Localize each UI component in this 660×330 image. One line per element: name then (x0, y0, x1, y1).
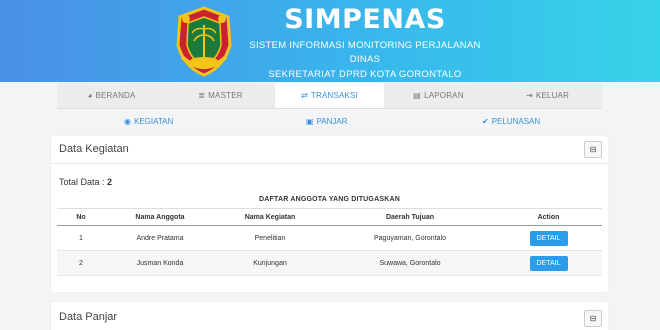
collapse-button[interactable]: ⊟ (584, 141, 602, 158)
nav-beranda[interactable]: ◕ BERANDA (57, 83, 166, 108)
collapse-button[interactable]: ⊟ (584, 310, 602, 327)
app-title: SIMPENAS (284, 4, 446, 35)
nav-label: TRANSAKSI (310, 91, 359, 100)
table-caption: DAFTAR ANGGOTA YANG DITUGASKAN (259, 196, 400, 203)
col-no: No (57, 208, 105, 226)
main-nav: ◕ BERANDA ≣ MASTER ⇄ TRANSAKSI ▤ LAPORAN… (57, 83, 602, 109)
minus-box-icon: ⊟ (589, 314, 597, 323)
file-icon: ▤ (413, 91, 422, 100)
cell-daerah-tujuan: Suwawa, Gorontalo (325, 250, 495, 276)
app-subtitle-line1: SISTEM INFORMASI MONITORING PERJALANAN D… (249, 40, 481, 65)
cell-daerah-tujuan: Paguyaman, Gorontalo (325, 225, 495, 251)
cell-nama-anggota: Andre Pratama (105, 225, 215, 251)
detail-button[interactable]: DETAIL (529, 230, 568, 246)
nav-label: MASTER (208, 91, 243, 100)
card-title: Data Kegiatan (59, 143, 129, 155)
nav-keluar[interactable]: ⇥ KELUAR (493, 83, 602, 108)
card-header: Data Panjar ⊟ (51, 302, 608, 330)
subnav-label: KEGIATAN (133, 117, 174, 126)
col-daerah-tujuan: Daerah Tujuan (325, 208, 495, 226)
subnav-panjar[interactable]: ▣ PANJAR (306, 117, 348, 126)
cell-no: 1 (57, 225, 105, 251)
subnav-kegiatan[interactable]: ◉ KEGIATAN (124, 117, 173, 126)
nav-laporan[interactable]: ▤ LAPORAN (384, 83, 493, 108)
total-label: Total Data : (59, 177, 105, 187)
cell-nama-kegiatan: Penelitian (215, 225, 325, 251)
cell-nama-anggota: Jusman Konda (105, 250, 215, 276)
money-icon: ▣ (306, 117, 314, 126)
exchange-icon: ⇄ (300, 91, 308, 100)
kegiatan-card: Data Kegiatan ⊟ Total Data : 2 DAFTAR AN… (51, 136, 608, 292)
cell-action: DETAIL (495, 250, 602, 276)
app-subtitle-line2: SEKRETARIAT DPRD KOTA GORONTALO (268, 69, 462, 80)
minus-box-icon: ⊟ (589, 145, 597, 154)
panjar-card: Data Panjar ⊟ (51, 302, 608, 330)
subnav-label: PELUNASAN (491, 117, 541, 126)
nav-transaksi[interactable]: ⇄ TRANSAKSI (275, 83, 384, 108)
logout-icon: ⇥ (525, 91, 533, 100)
cell-no: 2 (57, 250, 105, 276)
col-nama-anggota: Nama Anggota (105, 208, 215, 226)
total-data: Total Data : 2 (59, 177, 112, 187)
nav-label: BERANDA (95, 91, 136, 100)
card-title: Data Panjar (59, 311, 118, 323)
sub-nav: ◉ KEGIATAN ▣ PANJAR ✔ PELUNASAN (0, 110, 660, 134)
dashboard-icon: ◕ (87, 91, 93, 100)
cell-nama-kegiatan: Kunjungan (215, 250, 325, 276)
total-value: 2 (107, 177, 113, 187)
table-row: 2 Jusman Konda Kunjungan Suwawa, Goronta… (57, 250, 602, 276)
table-row: 1 Andre Pratama Penelitian Paguyaman, Go… (57, 225, 602, 251)
nav-label: KELUAR (535, 91, 570, 100)
detail-button[interactable]: DETAIL (529, 255, 568, 271)
table-header-row: No Nama Anggota Nama Kegiatan Daerah Tuj… (57, 208, 602, 226)
col-nama-kegiatan: Nama Kegiatan (215, 208, 325, 226)
database-icon: ≣ (198, 91, 206, 100)
header-banner: SIMPENAS SISTEM INFORMASI MONITORING PER… (0, 0, 660, 82)
nav-label: LAPORAN (424, 91, 464, 100)
anggota-table: No Nama Anggota Nama Kegiatan Daerah Tuj… (57, 208, 602, 276)
col-action: Action (495, 208, 602, 226)
nav-master[interactable]: ≣ MASTER (166, 83, 275, 108)
city-emblem-logo (176, 6, 232, 77)
lightbulb-icon: ◉ (124, 117, 131, 126)
card-header: Data Kegiatan ⊟ (51, 136, 608, 164)
subnav-pelunasan[interactable]: ✔ PELUNASAN (482, 117, 540, 126)
check-icon: ✔ (482, 117, 489, 126)
subnav-label: PANJAR (316, 117, 348, 126)
cell-action: DETAIL (495, 225, 602, 251)
